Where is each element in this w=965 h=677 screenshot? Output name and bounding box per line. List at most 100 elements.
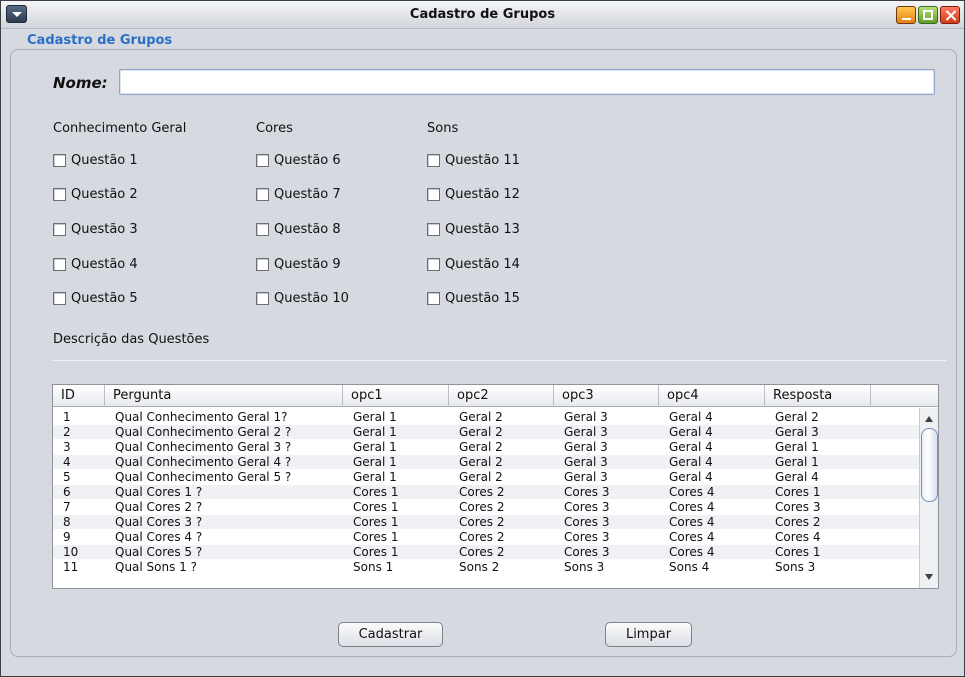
table-cell: 4	[63, 455, 71, 469]
question-checkbox[interactable]: Questão 6	[256, 153, 341, 168]
question-checkbox[interactable]: Questão 2	[53, 187, 138, 202]
question-checkbox[interactable]: Questão 15	[427, 291, 520, 306]
checkbox-box[interactable]	[256, 154, 269, 167]
group-heading: Conhecimento Geral	[53, 121, 187, 136]
table-cell: Geral 2	[459, 410, 503, 424]
question-checkbox[interactable]: Questão 7	[256, 187, 341, 202]
question-checkbox[interactable]: Questão 4	[53, 257, 138, 272]
vertical-scrollbar[interactable]	[919, 408, 938, 588]
question-checkbox[interactable]: Questão 3	[53, 222, 138, 237]
table-cell: Geral 4	[669, 470, 713, 484]
question-checkbox[interactable]: Questão 9	[256, 257, 341, 272]
question-checkbox[interactable]: Questão 5	[53, 291, 138, 306]
question-checkbox[interactable]: Questão 8	[256, 222, 341, 237]
table-cell: Geral 2	[459, 425, 503, 439]
checkbox-box[interactable]	[427, 223, 440, 236]
checkbox-box[interactable]	[53, 188, 66, 201]
table-cell: Geral 3	[564, 425, 608, 439]
table-row[interactable]: 11 Qual Sons 1 ? Sons 1 Sons 2 Sons 3 Sons 4 S…	[53, 560, 919, 574]
title-bar[interactable]: Cadastro de Grupos	[1, 1, 964, 29]
column-header[interactable]: Resposta	[765, 385, 871, 407]
table-cell: Cores 2	[459, 500, 505, 514]
column-header[interactable]: opc4	[659, 385, 765, 407]
maximize-button[interactable]	[918, 6, 938, 24]
questions-table[interactable]: ID Pergunta opc1 opc2 opc3 opc4 Resposta 1 Qual…	[52, 384, 939, 589]
table-cell: Cores 2	[459, 515, 505, 529]
cadastrar-button[interactable]: Cadastrar	[338, 622, 443, 647]
table-row[interactable]: 6 Qual Cores 1 ? Cores 1 Cores 2 Cores 3 Core…	[53, 485, 919, 499]
table-cell: 9	[63, 530, 71, 544]
checkbox-box[interactable]	[256, 188, 269, 201]
table-cell: Cores 1	[353, 500, 399, 514]
table-row[interactable]: 2 Qual Conhecimento Geral 2 ? Geral 1 Geral…	[53, 425, 919, 439]
question-checkbox[interactable]: Questão 11	[427, 153, 520, 168]
checkbox-label: Questão 14	[445, 257, 520, 272]
nome-input[interactable]	[119, 69, 935, 95]
checkbox-box[interactable]	[53, 292, 66, 305]
table-cell: Geral 3	[775, 425, 819, 439]
question-checkbox[interactable]: Questão 1	[53, 153, 138, 168]
checkbox-box[interactable]	[427, 292, 440, 305]
table-cell: Geral 1	[775, 455, 819, 469]
table-row[interactable]: 7 Qual Cores 2 ? Cores 1 Cores 2 Cores 3 Core…	[53, 500, 919, 514]
table-row[interactable]: 10 Qual Cores 5 ? Cores 1 Cores 2 Cores 3 Cor…	[53, 545, 919, 559]
window-title: Cadastro de Grupos	[409, 7, 556, 22]
table-cell: Cores 1	[775, 545, 821, 559]
checkbox-box[interactable]	[256, 292, 269, 305]
checkbox-label: Questão 7	[274, 187, 341, 202]
table-cell: Geral 1	[353, 470, 397, 484]
scroll-thumb[interactable]	[921, 428, 938, 502]
table-row[interactable]: 5 Qual Conhecimento Geral 5 ? Geral 1 Geral…	[53, 470, 919, 484]
table-cell: Sons 1	[353, 560, 394, 574]
table-cell: Cores 2	[459, 545, 505, 559]
table-cell: Geral 4	[669, 440, 713, 454]
column-header[interactable]: opc1	[343, 385, 449, 407]
table-cell: Cores 2	[459, 530, 505, 544]
column-header[interactable]: ID	[53, 385, 105, 407]
column-header[interactable]: opc3	[554, 385, 659, 407]
table-cell: Geral 4	[669, 455, 713, 469]
table-cell: Cores 2	[775, 515, 821, 529]
scroll-down-button[interactable]	[922, 570, 937, 584]
table-cell: 2	[63, 425, 71, 439]
checkbox-label: Questão 12	[445, 187, 520, 202]
table-row[interactable]: 9 Qual Cores 4 ? Cores 1 Cores 2 Cores 3 Core…	[53, 530, 919, 544]
checkbox-label: Questão 9	[274, 257, 341, 272]
checkbox-label: Questão 8	[274, 222, 341, 237]
table-cell: Geral 1	[775, 440, 819, 454]
table-row[interactable]: 4 Qual Conhecimento Geral 4 ? Geral 1 Geral…	[53, 455, 919, 469]
checkbox-box[interactable]	[427, 188, 440, 201]
minimize-button[interactable]	[896, 6, 916, 24]
table-cell: Qual Conhecimento Geral 4 ?	[115, 455, 292, 469]
checkbox-box[interactable]	[256, 223, 269, 236]
table-row[interactable]: 3 Qual Conhecimento Geral 3 ? Geral 1 Geral…	[53, 440, 919, 454]
column-header[interactable]: Pergunta	[105, 385, 343, 407]
scroll-up-button[interactable]	[922, 412, 937, 426]
table-cell: Geral 3	[564, 410, 608, 424]
question-checkbox[interactable]: Questão 10	[256, 291, 349, 306]
checkbox-box[interactable]	[53, 258, 66, 271]
checkbox-box[interactable]	[256, 258, 269, 271]
table-cell: Qual Conhecimento Geral 3 ?	[115, 440, 292, 454]
nome-label: Nome:	[53, 74, 108, 92]
table-cell: Geral 4	[775, 470, 819, 484]
limpar-button[interactable]: Limpar	[605, 622, 692, 647]
table-cell: 8	[63, 515, 71, 529]
checkbox-box[interactable]	[427, 258, 440, 271]
table-cell: Qual Cores 2 ?	[115, 500, 203, 514]
table-cell: Cores 4	[669, 500, 715, 514]
table-cell: Cores 2	[459, 485, 505, 499]
table-cell: Cores 3	[564, 545, 610, 559]
close-button[interactable]	[940, 6, 960, 24]
table-cell: 6	[63, 485, 71, 499]
checkbox-label: Questão 4	[71, 257, 138, 272]
question-checkbox[interactable]: Questão 14	[427, 257, 520, 272]
column-header[interactable]: opc2	[449, 385, 554, 407]
checkbox-box[interactable]	[427, 154, 440, 167]
table-row[interactable]: 1 Qual Conhecimento Geral 1? Geral 1 Geral …	[53, 410, 919, 424]
checkbox-box[interactable]	[53, 223, 66, 236]
checkbox-box[interactable]	[53, 154, 66, 167]
question-checkbox[interactable]: Questão 13	[427, 222, 520, 237]
table-row[interactable]: 8 Qual Cores 3 ? Cores 1 Cores 2 Cores 3 Core…	[53, 515, 919, 529]
question-checkbox[interactable]: Questão 12	[427, 187, 520, 202]
